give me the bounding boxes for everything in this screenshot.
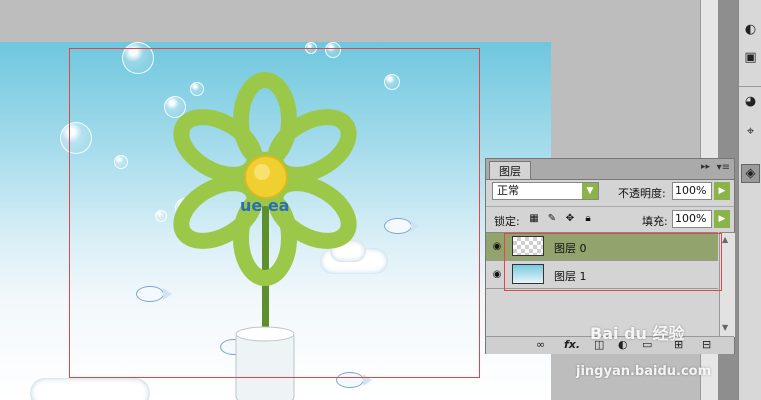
fx-icon[interactable]: fx.: [564, 338, 580, 351]
tab-layers[interactable]: 图层: [489, 161, 531, 179]
fill-slider-icon[interactable]: ▶: [714, 210, 730, 228]
blend-opacity-row: 正常 ▼ 不透明度: 100% ▶: [486, 180, 734, 204]
panel-dock: ◐ ▣ ◕ ⌖ ◈: [738, 0, 761, 400]
adjustments-icon[interactable]: ◕: [741, 92, 760, 111]
lock-fill-row: 锁定: ▦ ✎ ✥ 🔒︎ 填充: 100% ▶: [486, 206, 734, 231]
visibility-eye-icon[interactable]: ◉: [490, 268, 504, 280]
highlight-outline: [504, 233, 722, 291]
lock-transparency-icon[interactable]: ▦: [528, 212, 540, 224]
link-icon[interactable]: ∞: [536, 338, 545, 351]
blend-mode-select[interactable]: 正常 ▼: [492, 182, 599, 200]
visibility-eye-icon[interactable]: ◉: [490, 240, 504, 252]
panel-topbar: 图层 ▸▸ ▾≡: [486, 159, 734, 180]
scroll-up-icon[interactable]: ▲: [722, 235, 728, 244]
blend-mode-value: 正常: [497, 184, 519, 197]
collapse-icon[interactable]: ▸▸: [701, 162, 710, 172]
chevron-down-icon[interactable]: ▼: [582, 183, 598, 199]
lock-position-icon[interactable]: ✥: [564, 212, 576, 224]
transform-icon[interactable]: ⌖: [741, 122, 760, 141]
lock-pixels-icon[interactable]: ✎: [546, 212, 558, 224]
selection-marquee: [69, 48, 480, 378]
watermark: Bai du 经验 jingyan.baidu.com: [576, 320, 711, 379]
trash-icon[interactable]: ⊟: [702, 338, 711, 351]
opacity-input[interactable]: 100%: [672, 182, 712, 200]
lock-all-icon[interactable]: 🔒︎: [582, 212, 594, 224]
clone-source-icon[interactable]: ▣: [741, 48, 760, 67]
brush-preset-icon[interactable]: ◐: [741, 20, 760, 39]
fill-label: 填充:: [642, 215, 668, 228]
layers-icon[interactable]: ◈: [741, 164, 760, 183]
opacity-slider-icon[interactable]: ▶: [714, 182, 730, 200]
lock-label: 锁定:: [494, 215, 520, 228]
scroll-down-icon[interactable]: ▼: [722, 323, 728, 332]
panel-menu-icon[interactable]: ▾≡: [717, 162, 730, 173]
watermark-url: jingyan.baidu.com: [576, 364, 712, 379]
dock-separator: [739, 86, 761, 87]
opacity-label: 不透明度:: [618, 187, 666, 200]
watermark-logo: Bai du 经验: [590, 324, 685, 343]
fill-input[interactable]: 100%: [672, 210, 712, 228]
